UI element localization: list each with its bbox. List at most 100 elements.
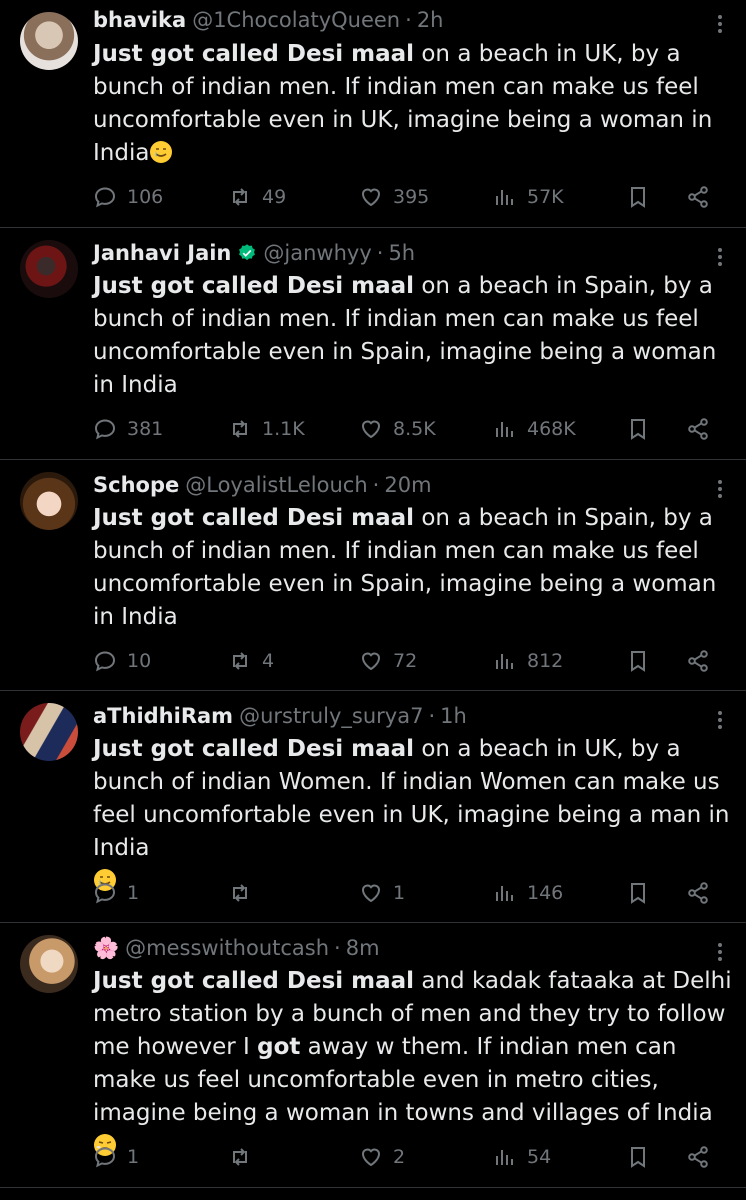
like-count: 395 xyxy=(393,186,430,208)
retweet-icon xyxy=(233,420,247,438)
bookmark-button[interactable] xyxy=(626,414,660,444)
display-name[interactable]: aThidhiRam xyxy=(93,704,233,728)
views-icon xyxy=(496,190,513,205)
reply-button[interactable]: 1 xyxy=(93,878,139,908)
tweet-text-bold-2: got xyxy=(257,1034,301,1060)
reply-button[interactable]: 381 xyxy=(93,414,163,444)
views-button[interactable]: 146 xyxy=(493,878,563,908)
user-handle[interactable]: @messwithoutcash xyxy=(125,936,329,960)
bookmark-button[interactable] xyxy=(626,878,660,908)
timestamp[interactable]: 1h xyxy=(440,704,467,728)
user-handle[interactable]: @janwhyy xyxy=(263,241,371,265)
crying-smile-emoji-icon xyxy=(150,141,173,163)
views-button[interactable]: 468K xyxy=(493,414,576,444)
like-button[interactable]: 72 xyxy=(359,646,417,676)
retweet-button[interactable] xyxy=(228,878,262,908)
reply-icon xyxy=(94,419,116,440)
view-count: 146 xyxy=(527,882,564,904)
share-icon xyxy=(688,418,708,440)
verified-badge-icon xyxy=(239,244,256,261)
like-button[interactable]: 2 xyxy=(359,1142,405,1172)
bookmark-icon xyxy=(631,1147,645,1168)
reply-button[interactable]: 106 xyxy=(93,182,163,212)
retweet-icon xyxy=(233,188,247,206)
views-icon xyxy=(496,886,513,901)
avatar[interactable] xyxy=(20,240,78,298)
more-options-icon[interactable] xyxy=(714,245,726,269)
like-count: 2 xyxy=(393,1146,406,1168)
views-icon xyxy=(496,1150,513,1165)
retweet-count: 4 xyxy=(262,650,275,672)
reply-button[interactable]: 10 xyxy=(93,646,151,676)
tweet[interactable]: Janhavi Jain @janwhyy · 5h Just got call… xyxy=(0,228,746,460)
avatar[interactable] xyxy=(20,935,78,993)
display-name[interactable]: bhavika xyxy=(93,8,186,32)
tweet[interactable]: bhavika @1ChocolatyQueen · 2h Just got c… xyxy=(0,0,746,228)
heart-icon xyxy=(361,1148,381,1167)
retweet-icon xyxy=(233,884,247,902)
user-handle[interactable]: @urstruly_surya7 xyxy=(239,704,423,728)
like-button[interactable]: 395 xyxy=(359,182,429,212)
tweet-text: Just got called Desi maal on a beach in … xyxy=(93,270,733,402)
reply-icon xyxy=(94,883,116,904)
views-icon xyxy=(496,654,513,669)
bookmark-button[interactable] xyxy=(626,1142,660,1172)
share-icon xyxy=(688,186,708,208)
avatar[interactable] xyxy=(20,472,78,530)
display-name[interactable]: 🌸 xyxy=(93,936,119,961)
share-button[interactable] xyxy=(686,646,720,676)
bookmark-button[interactable] xyxy=(626,646,660,676)
view-count: 57K xyxy=(527,186,564,208)
retweet-count: 1.1K xyxy=(262,418,305,440)
user-handle[interactable]: @1ChocolatyQueen xyxy=(192,8,400,32)
retweet-button[interactable]: 1.1K xyxy=(228,414,305,444)
bookmark-icon xyxy=(631,419,645,440)
more-options-icon[interactable] xyxy=(714,12,726,36)
avatar[interactable] xyxy=(20,703,78,761)
view-count: 54 xyxy=(527,1146,552,1168)
view-count: 468K xyxy=(527,418,576,440)
views-button[interactable]: 54 xyxy=(493,1142,551,1172)
views-button[interactable]: 57K xyxy=(493,182,564,212)
timestamp[interactable]: 5h xyxy=(388,241,415,265)
tweet-text: Just got called Desi maal on a beach in … xyxy=(93,38,733,170)
reply-button[interactable]: 1 xyxy=(93,1142,139,1172)
heart-icon xyxy=(361,884,381,903)
heart-icon xyxy=(361,652,381,671)
tweet[interactable]: 🌸 @messwithoutcash · 8m Just got called … xyxy=(0,923,746,1188)
reply-count: 106 xyxy=(127,186,164,208)
share-icon xyxy=(688,650,708,672)
bookmark-icon xyxy=(631,651,645,672)
bookmark-icon xyxy=(631,187,645,208)
share-button[interactable] xyxy=(686,878,720,908)
more-options-icon[interactable] xyxy=(714,940,726,964)
views-icon xyxy=(496,422,513,437)
user-handle[interactable]: @LoyalistLelouch xyxy=(185,473,367,497)
timestamp[interactable]: 8m xyxy=(346,936,380,960)
more-options-icon[interactable] xyxy=(714,708,726,732)
more-options-icon[interactable] xyxy=(714,477,726,501)
tweet[interactable]: aThidhiRam @urstruly_surya7 · 1h Just go… xyxy=(0,691,746,923)
avatar[interactable] xyxy=(20,12,78,70)
share-button[interactable] xyxy=(686,414,720,444)
like-button[interactable]: 8.5K xyxy=(359,414,436,444)
retweet-button[interactable] xyxy=(228,1142,262,1172)
like-button[interactable]: 1 xyxy=(359,878,405,908)
timestamp[interactable]: 20m xyxy=(384,473,431,497)
tweet-text: Just got called Desi maal and kadak fata… xyxy=(93,965,733,1163)
display-name[interactable]: Janhavi Jain xyxy=(93,241,231,265)
reply-count: 1 xyxy=(127,1146,140,1168)
timestamp[interactable]: 2h xyxy=(417,8,444,32)
heart-icon xyxy=(361,188,381,207)
views-button[interactable]: 812 xyxy=(493,646,563,676)
tweet[interactable]: Schope @LoyalistLelouch · 20m Just got c… xyxy=(0,460,746,691)
retweet-count: 49 xyxy=(262,186,287,208)
share-button[interactable] xyxy=(686,1142,720,1172)
reply-icon xyxy=(94,187,116,208)
display-name[interactable]: Schope xyxy=(93,473,179,497)
share-button[interactable] xyxy=(686,182,720,212)
bookmark-button[interactable] xyxy=(626,182,660,212)
retweet-button[interactable]: 49 xyxy=(228,182,286,212)
tweet-text-bold: Just got called Desi maal xyxy=(93,273,415,299)
retweet-button[interactable]: 4 xyxy=(228,646,274,676)
